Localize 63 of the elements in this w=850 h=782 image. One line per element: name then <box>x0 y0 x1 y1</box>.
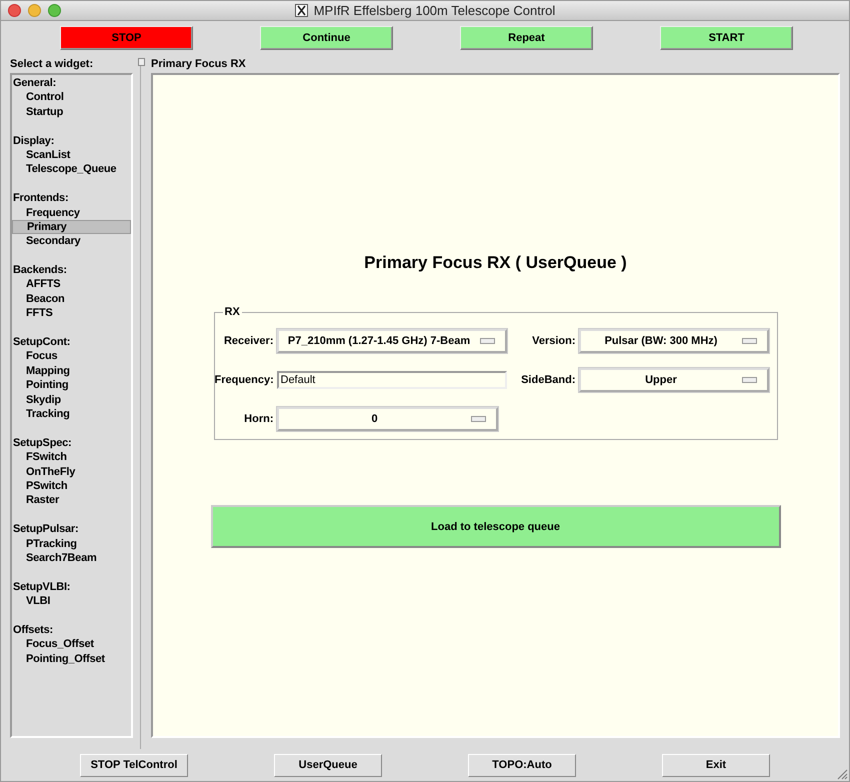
list-item[interactable]: FFTS <box>12 306 131 321</box>
list-item[interactable]: AFFTS <box>12 277 131 292</box>
panel-title: Primary Focus RX ( UserQueue ) <box>364 253 627 273</box>
list-item[interactable]: OnTheFly <box>12 464 131 479</box>
toolbar-button[interactable]: START <box>660 26 793 50</box>
bottom-button[interactable]: UserQueue <box>274 754 382 776</box>
list-item[interactable]: Telescope_Queue <box>12 162 131 177</box>
list-item[interactable]: Skydip <box>12 392 131 407</box>
list-item[interactable]: PSwitch <box>12 478 131 494</box>
minimize-button[interactable] <box>28 4 41 17</box>
bottom-button[interactable]: TOPO:Auto <box>468 754 576 776</box>
group-legend: RX <box>222 306 242 318</box>
field-label: SideBand: <box>520 374 576 386</box>
dropdown[interactable]: Upper <box>578 368 768 392</box>
group-label: General: <box>12 76 58 90</box>
group-label: Frontends: <box>12 191 70 206</box>
close-button[interactable] <box>8 4 21 17</box>
list-item[interactable]: Pointing <box>12 378 131 393</box>
dropdown[interactable]: 0 <box>276 406 498 430</box>
toolbar-button[interactable]: Repeat <box>460 26 593 50</box>
group-label: SetupVLBI: <box>12 580 72 594</box>
zoom-button[interactable] <box>48 4 61 17</box>
splitter-handle[interactable] <box>138 58 145 66</box>
list-item[interactable]: ScanList <box>12 148 131 162</box>
field-label: Receiver: <box>222 334 274 346</box>
group-label: SetupSpec: <box>12 436 73 450</box>
list-item[interactable]: Primary <box>12 220 131 234</box>
field-label: Horn: <box>243 412 274 424</box>
resize-grip-icon[interactable] <box>837 769 848 780</box>
list-item[interactable]: Startup <box>12 104 131 120</box>
dropdown[interactable]: Pulsar (BW: 300 MHz) <box>578 328 768 352</box>
sidebar-heading: Select a widget: <box>10 58 94 72</box>
load-button[interactable]: Load to telescope queue <box>210 505 780 548</box>
group-label: Offsets: <box>12 622 54 638</box>
list-item[interactable]: Frequency <box>12 206 131 220</box>
list-item[interactable]: Search7Beam <box>12 550 131 566</box>
list-item[interactable]: PTracking <box>12 536 131 551</box>
field-label: Frequency: <box>214 374 274 386</box>
bottom-button[interactable]: Exit <box>662 754 770 776</box>
input-field[interactable]: Default <box>276 370 506 388</box>
list-item[interactable]: Focus <box>12 349 131 364</box>
dropdown[interactable]: P7_210mm (1.27-1.45 GHz) 7-Beam <box>276 328 506 352</box>
group-label: Backends: <box>12 263 68 278</box>
toolbar-button[interactable]: STOP <box>60 26 193 50</box>
list-item[interactable]: VLBI <box>12 594 131 608</box>
group-label: Display: <box>12 134 56 148</box>
window-title: MPIfR Effelsberg 100m Telescope Control <box>314 3 556 18</box>
toolbar-button[interactable]: Continue <box>260 26 393 50</box>
list-item[interactable]: Focus_Offset <box>12 637 131 652</box>
list-item[interactable]: Secondary <box>12 234 131 249</box>
group-label: SetupPulsar: <box>12 522 80 536</box>
list-item[interactable]: Beacon <box>12 292 131 306</box>
list-item[interactable]: Raster <box>12 493 131 508</box>
list-item[interactable]: Control <box>12 90 131 105</box>
bottom-button[interactable]: STOP TelControl <box>80 754 188 776</box>
field-label: Version: <box>531 334 576 346</box>
list-item[interactable]: Pointing_Offset <box>12 652 131 666</box>
list-item[interactable]: Tracking <box>12 406 131 422</box>
group-label: SetupCont: <box>12 335 72 350</box>
panel-heading: Primary Focus RX <box>151 58 247 72</box>
list-item[interactable]: Mapping <box>12 364 131 378</box>
x-window-icon <box>294 4 308 17</box>
list-item[interactable]: FSwitch <box>12 450 131 465</box>
